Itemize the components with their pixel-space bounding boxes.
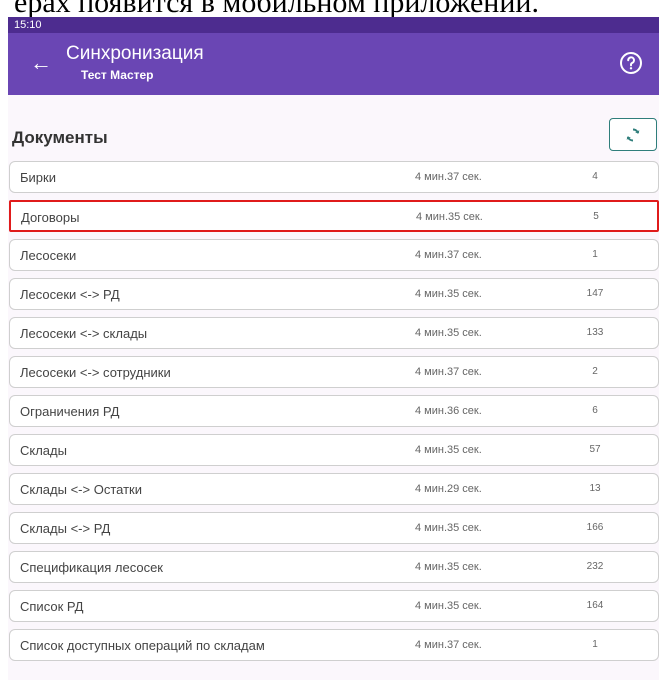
list-item[interactable]: Лесосеки <-> склады 4 мин.35 сек. 133 bbox=[9, 317, 659, 349]
document-name: Склады bbox=[20, 443, 67, 458]
list-item[interactable]: Договоры 4 мин.35 сек. 5 bbox=[9, 200, 659, 232]
document-name: Ограничения РД bbox=[20, 404, 120, 419]
record-count: 13 bbox=[589, 483, 601, 494]
list-item[interactable]: Ограничения РД 4 мин.36 сек. 6 bbox=[9, 395, 659, 427]
sync-time: 4 мин.35 сек. bbox=[415, 327, 482, 339]
sync-time: 4 мин.29 сек. bbox=[415, 483, 482, 495]
list-item[interactable]: Бирки 4 мин.37 сек. 4 bbox=[9, 161, 659, 193]
sync-time: 4 мин.37 сек. bbox=[415, 249, 482, 261]
app-bar: ← Синхронизация Тест Мастер bbox=[8, 33, 659, 95]
section-title: Документы bbox=[12, 128, 108, 147]
record-count: 164 bbox=[586, 600, 604, 611]
document-name: Лесосеки <-> склады bbox=[20, 326, 148, 341]
record-count: 166 bbox=[586, 522, 604, 533]
sync-time: 4 мин.37 сек. bbox=[415, 366, 482, 378]
sync-time: 4 мин.35 сек. bbox=[415, 522, 482, 534]
help-circle-icon bbox=[620, 52, 642, 74]
record-count: 232 bbox=[586, 561, 604, 572]
sync-time: 4 мин.35 сек. bbox=[415, 288, 482, 300]
list-item[interactable]: Лесосеки <-> сотрудники 4 мин.37 сек. 2 bbox=[9, 356, 659, 388]
sync-button[interactable] bbox=[609, 118, 657, 151]
list-item[interactable]: Лесосеки <-> РД 4 мин.35 сек. 147 bbox=[9, 278, 659, 310]
arrow-left-icon: ← bbox=[30, 50, 52, 75]
content-area: Документы Бирки 4 мин.37 сек. 4 Договоры 4 м… bbox=[8, 95, 659, 680]
list-item[interactable]: Склады <-> Остатки 4 мин.29 сек. 13 bbox=[9, 473, 659, 505]
documents-list: Бирки 4 мин.37 сек. 4 Договоры 4 мин.35 сек.… bbox=[9, 161, 659, 668]
record-count: 57 bbox=[589, 444, 601, 455]
list-item[interactable]: Спецификация лесосек 4 мин.35 сек. 232 bbox=[9, 551, 659, 583]
back-button[interactable]: ← bbox=[28, 50, 54, 76]
document-name: Склады <-> Остатки bbox=[20, 482, 142, 497]
record-count: 6 bbox=[592, 405, 598, 416]
list-item[interactable]: Склады 4 мин.35 сек. 57 bbox=[9, 434, 659, 466]
sync-time: 4 мин.35 сек. bbox=[415, 444, 482, 456]
sync-screen: 15:10 ← Синхронизация Тест Мастер Докуме… bbox=[0, 0, 659, 680]
document-name: Лесосеки bbox=[20, 248, 77, 263]
record-count: 2 bbox=[592, 366, 598, 377]
document-name: Список РД bbox=[20, 599, 84, 614]
document-name: Договоры bbox=[21, 210, 80, 225]
record-count: 1 bbox=[592, 639, 598, 650]
list-item[interactable]: Список доступных операций по складам 4 ми… bbox=[9, 629, 659, 661]
document-name: Спецификация лесосек bbox=[20, 560, 163, 575]
sync-time: 4 мин.37 сек. bbox=[415, 639, 482, 651]
document-name: Бирки bbox=[20, 170, 56, 185]
record-count: 5 bbox=[593, 211, 599, 222]
record-count: 147 bbox=[586, 288, 604, 299]
page-subtitle: Тест Мастер bbox=[81, 68, 154, 82]
status-bar: 15:10 bbox=[8, 17, 659, 33]
sync-time: 4 мин.37 сек. bbox=[415, 171, 482, 183]
list-item[interactable]: Лесосеки 4 мин.37 сек. 1 bbox=[9, 239, 659, 271]
record-count: 1 bbox=[592, 249, 598, 260]
sync-time: 4 мин.36 сек. bbox=[415, 405, 482, 417]
sync-time: 4 мин.35 сек. bbox=[415, 561, 482, 573]
record-count: 4 bbox=[592, 171, 598, 182]
sync-time: 4 мин.35 сек. bbox=[416, 211, 483, 223]
page-title: Синхронизация bbox=[66, 43, 204, 64]
document-name: Список доступных операций по складам bbox=[20, 638, 265, 653]
record-count: 133 bbox=[586, 327, 604, 338]
help-button[interactable] bbox=[619, 51, 643, 75]
document-name: Лесосеки <-> сотрудники bbox=[20, 365, 171, 380]
document-name: Лесосеки <-> РД bbox=[20, 287, 120, 302]
sync-icon bbox=[626, 128, 640, 142]
status-time: 15:10 bbox=[14, 19, 42, 31]
document-name: Склады <-> РД bbox=[20, 521, 111, 536]
list-item[interactable]: Список РД 4 мин.35 сек. 164 bbox=[9, 590, 659, 622]
list-item[interactable]: Склады <-> РД 4 мин.35 сек. 166 bbox=[9, 512, 659, 544]
sync-time: 4 мин.35 сек. bbox=[415, 600, 482, 612]
